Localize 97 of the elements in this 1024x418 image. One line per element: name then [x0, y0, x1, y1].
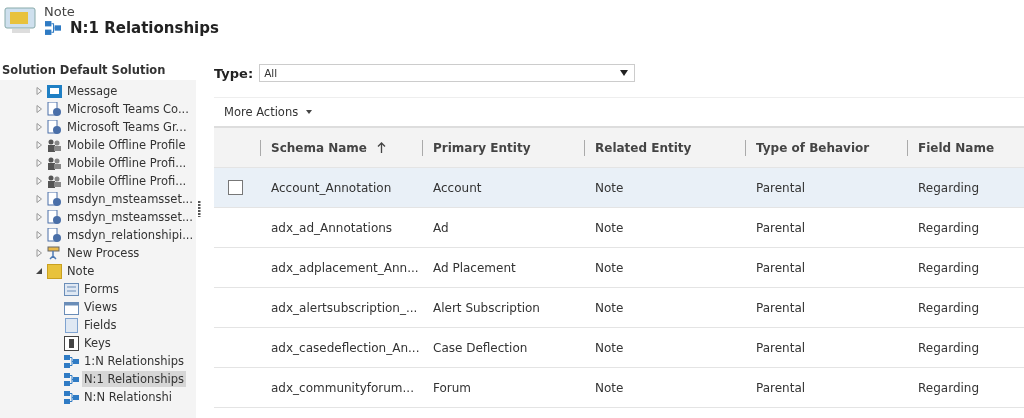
table-cell-text: Account_Annotation	[270, 180, 393, 195]
table-cell-text: Note	[594, 220, 625, 235]
people-icon	[47, 155, 62, 171]
table-cell-text: Case Deflection	[432, 340, 529, 355]
table-cell-text: Parental	[755, 260, 807, 275]
expand-arrow-icon[interactable]	[34, 230, 44, 240]
table-cell-text: Note	[594, 300, 625, 315]
expand-arrow-icon[interactable]	[34, 176, 44, 186]
table-cell-text: Parental	[755, 220, 807, 235]
sort-ascending-icon	[377, 142, 386, 153]
tree-item[interactable]: Note	[65, 263, 97, 279]
people-icon	[47, 137, 62, 153]
table-cell-text: Note	[594, 260, 625, 275]
form-icon	[64, 281, 79, 297]
process-icon	[47, 245, 62, 261]
entity-name: Note	[44, 4, 76, 19]
relationship-icon	[64, 389, 79, 405]
table-row[interactable]: Account_Annotation Account Note Parental Regarding	[214, 168, 1024, 208]
tree-item[interactable]: Mobile Offline Profile	[65, 137, 188, 153]
row-checkbox[interactable]	[228, 180, 243, 195]
calendar-icon	[64, 299, 79, 315]
tree-item[interactable]: 1:N Relationships	[82, 353, 187, 369]
expand-arrow-icon[interactable]	[34, 140, 44, 150]
tree-item[interactable]: Microsoft Teams Co...	[65, 101, 191, 117]
tree-item[interactable]: Fields	[82, 317, 119, 333]
tree-item[interactable]: Views	[82, 299, 120, 315]
expand-arrow-icon[interactable]	[34, 194, 44, 204]
tree-item[interactable]: msdyn_msteamsset...	[65, 191, 195, 207]
column-header[interactable]: Schema Name	[260, 139, 422, 156]
document-gear-icon	[47, 191, 62, 207]
tree-item[interactable]: Keys	[82, 335, 113, 351]
table-cell-text: Note	[594, 180, 625, 195]
caret-icon	[306, 110, 313, 114]
column-header[interactable]: Field Name	[907, 139, 1024, 156]
relationship-icon	[44, 20, 62, 36]
table-cell-text: adx_alertsubscription_...	[270, 300, 419, 315]
more-actions-button[interactable]: More Actions	[214, 100, 317, 124]
table-cell-text: Regarding	[917, 260, 981, 275]
key-icon	[64, 335, 79, 351]
expand-arrow-icon[interactable]	[34, 122, 44, 132]
table-cell-text: Regarding	[917, 380, 981, 395]
tree-item[interactable]: N:N Relationshi	[82, 389, 175, 405]
table-cell-text: adx_ad_Annotations	[270, 220, 394, 235]
solution-label: Solution	[2, 63, 57, 77]
table-cell-text: Account	[432, 180, 483, 195]
column-header[interactable]: Primary Entity	[422, 139, 584, 156]
table-cell-text: adx_adplacement_Ann...	[270, 260, 420, 275]
dropdown-arrow-icon	[620, 70, 629, 76]
people-icon	[47, 173, 62, 189]
table-cell-text: Regarding	[917, 340, 981, 355]
document-gear-icon	[47, 209, 62, 225]
table-cell-text: Parental	[755, 180, 807, 195]
table-cell-text: Ad Placement	[432, 260, 517, 275]
tree-item[interactable]: Microsoft Teams Gr...	[65, 119, 189, 135]
document-gear-icon	[47, 227, 62, 243]
table-cell-text: Ad	[432, 220, 450, 235]
relationship-icon	[64, 353, 79, 369]
tree-item[interactable]: Message	[65, 83, 120, 99]
table-cell-text: Regarding	[917, 180, 981, 195]
table-cell-text: Note	[594, 380, 625, 395]
tree-item[interactable]: Forms	[82, 281, 121, 297]
solution-name: Default Solution	[59, 63, 166, 77]
table-cell-text: Parental	[755, 340, 807, 355]
tree-item[interactable]: New Process	[65, 245, 142, 261]
message-icon	[47, 83, 62, 99]
tree-item[interactable]: msdyn_relationshipi...	[65, 227, 196, 243]
expand-arrow-icon[interactable]	[34, 86, 44, 96]
type-label: Type:	[214, 65, 254, 81]
column-header[interactable]: Related Entity	[584, 139, 745, 156]
monitor-icon	[4, 4, 38, 34]
document-gear-icon	[47, 101, 62, 117]
page-title: N:1 Relationships	[70, 19, 219, 37]
table-cell-text: Regarding	[917, 300, 981, 315]
document-gear-icon	[47, 119, 62, 135]
table-cell-text: Parental	[755, 380, 807, 395]
tree-item[interactable]: Mobile Offline Profi...	[65, 155, 189, 171]
type-dropdown[interactable]: All	[259, 64, 636, 82]
table-cell-text: Alert Subscription	[432, 300, 541, 315]
tree-item[interactable]: N:1 Relationships	[82, 371, 187, 387]
splitter-handle-icon[interactable]	[197, 201, 201, 217]
table-cell-text: Regarding	[917, 220, 981, 235]
collapse-arrow-icon[interactable]	[34, 266, 44, 276]
expand-arrow-icon[interactable]	[34, 104, 44, 114]
page-icon	[64, 317, 79, 333]
table-cell-text: Forum	[432, 380, 473, 395]
tree-item[interactable]: msdyn_msteamsset...	[65, 209, 195, 225]
table-cell-text: adx_communityforum...	[270, 380, 415, 395]
column-header[interactable]: Type of Behavior	[745, 139, 907, 156]
expand-arrow-icon[interactable]	[34, 158, 44, 168]
expand-arrow-icon[interactable]	[34, 212, 44, 222]
table-cell-text: Note	[594, 340, 625, 355]
relationship-icon	[64, 371, 79, 387]
table-cell-text: Parental	[755, 300, 807, 315]
table-cell-text: adx_casedeflection_An...	[270, 340, 421, 355]
note-icon	[47, 263, 62, 279]
tree-item[interactable]: Mobile Offline Profi...	[65, 173, 189, 189]
expand-arrow-icon[interactable]	[34, 248, 44, 258]
